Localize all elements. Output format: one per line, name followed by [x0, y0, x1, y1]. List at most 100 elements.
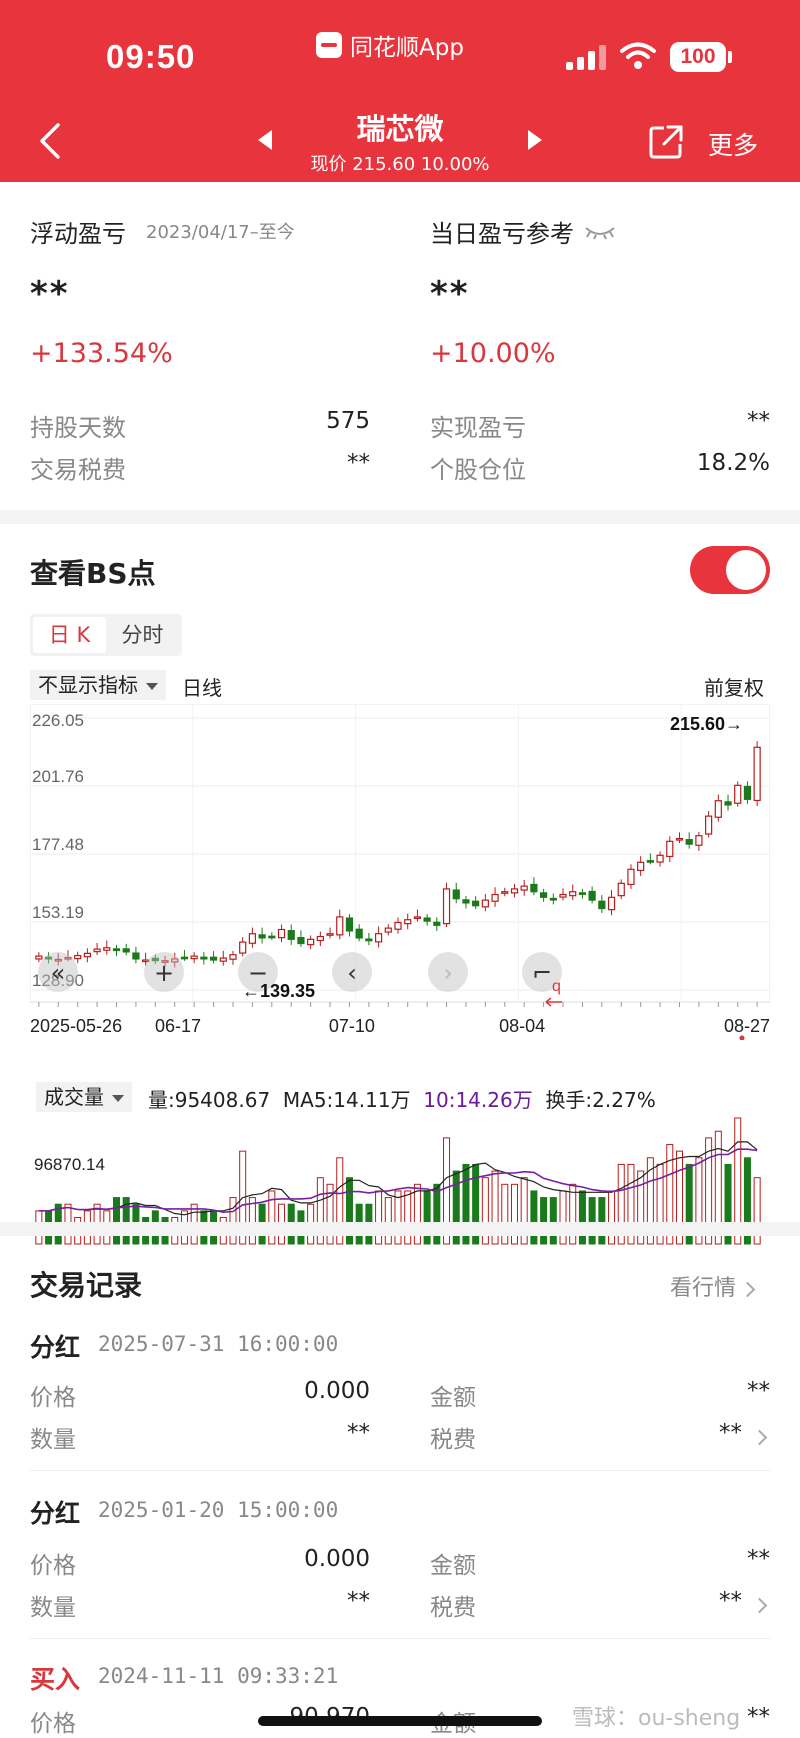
qty-label: 数量	[30, 1427, 76, 1453]
floating-pl-value: **	[30, 274, 70, 314]
status-time: 09:50	[106, 38, 196, 75]
volume-info: 量:95408.67 MA5:14.11万 10:14.26万 换手:2.27%	[148, 1084, 656, 1113]
stock-price-line: 现价 215.60 10.00%	[310, 154, 490, 175]
divider	[30, 1638, 770, 1639]
candle-body	[588, 890, 596, 901]
fee-label: 税费	[430, 1427, 476, 1453]
candle-body	[180, 956, 189, 960]
app-logo-icon	[316, 32, 342, 58]
candle-body	[569, 891, 577, 897]
record-type: 买入	[30, 1665, 81, 1694]
amount-label: 金额	[430, 1385, 476, 1411]
candle-body	[413, 916, 422, 920]
svg-text:«: «	[51, 959, 66, 987]
volume-header: 成交量 量:95408.67 MA5:14.11万 10:14.26万 换手:2…	[30, 1080, 770, 1114]
current-dot	[739, 1035, 745, 1040]
chevron-right-icon	[751, 1429, 768, 1446]
prev-stock-icon[interactable]	[258, 130, 272, 150]
hold-days-label: 持股天数	[30, 414, 126, 442]
min-price-label: ←139.35	[242, 981, 315, 1001]
tab-intraday[interactable]: 分时	[106, 617, 179, 653]
battery-icon: 100	[670, 42, 732, 72]
candle-body	[74, 954, 82, 960]
svg-text:‹: ‹	[347, 959, 357, 987]
candle-body	[258, 934, 266, 939]
price-label: 价格	[30, 1553, 76, 1579]
back-chevron-icon[interactable]	[38, 122, 62, 160]
candle-body	[520, 885, 528, 891]
scroll-start-icon[interactable]: «	[38, 952, 78, 992]
amount-value: **	[747, 1378, 770, 1404]
candle-body	[598, 900, 606, 910]
trade-records: 交易记录 看行情 分红 2025-07-31 16:00:00 价格 0.000…	[0, 1236, 800, 1738]
max-price-label: 215.60→	[670, 714, 743, 734]
price-value: 0.000	[304, 1546, 370, 1572]
chevron-right-icon[interactable]: ›	[428, 952, 468, 992]
candle-body	[549, 897, 557, 901]
candle-body	[442, 888, 451, 925]
candle-body	[35, 955, 43, 960]
y-tick-label: 201.76	[32, 767, 84, 786]
chevron-right-icon	[751, 1597, 768, 1614]
candle-body	[404, 919, 412, 925]
x-tick-label: 07-10	[329, 1016, 375, 1036]
candle-body	[539, 892, 548, 898]
daily-pl-pct: +10.00%	[430, 338, 556, 369]
qty-value: **	[347, 1420, 370, 1446]
fees-label: 交易税费	[30, 456, 126, 484]
candle-body	[714, 800, 722, 818]
price-label: 价格	[30, 1385, 76, 1411]
candle-body	[607, 896, 616, 911]
qty-label: 数量	[30, 1595, 76, 1621]
view-quote-link[interactable]: 看行情	[670, 1270, 756, 1302]
volume-select[interactable]: 成交量	[36, 1082, 132, 1112]
candle-body	[190, 955, 198, 960]
candle-body	[617, 882, 625, 897]
candle-body	[239, 941, 247, 954]
candle-body	[433, 921, 441, 926]
indicator-select[interactable]: 不显示指标	[30, 670, 166, 700]
candle-body	[112, 948, 121, 952]
candle-body	[307, 938, 315, 946]
daily-pl-label: 当日盈亏参考	[430, 220, 574, 248]
svg-text:⌐: ⌐	[532, 959, 552, 987]
candle-body	[559, 893, 567, 898]
amount-label: 金额	[430, 1553, 476, 1579]
volume-current: 量:95408.67	[148, 1088, 271, 1112]
floating-pl-period: 2023/04/17–至今	[146, 222, 295, 243]
tab-daily-k[interactable]: 日 K	[33, 617, 106, 653]
app-return-pill[interactable]: 同花顺App	[316, 28, 464, 62]
wifi-icon	[620, 42, 656, 69]
fees-value: **	[347, 450, 370, 476]
line-type-label: 日线	[182, 676, 222, 700]
next-stock-icon[interactable]	[528, 130, 542, 150]
more-button[interactable]: 更多	[708, 126, 758, 162]
y-tick-label: 153.19	[32, 903, 84, 922]
candle-body	[705, 815, 713, 835]
candle-body	[724, 801, 732, 806]
candle-body	[695, 835, 703, 846]
turnover-rate: 换手:2.27%	[545, 1088, 656, 1112]
top-header: 09:50 同花顺App 100 瑞芯微 现价 215.60 10.00% 更多	[0, 0, 800, 182]
candle-body	[365, 938, 373, 942]
adjust-label[interactable]: 前复权	[704, 672, 764, 701]
candle-body	[530, 883, 538, 893]
volume-ma5: MA5:14.11万	[282, 1088, 411, 1112]
position-value: 18.2%	[696, 450, 770, 476]
share-icon[interactable]	[648, 124, 684, 160]
hide-eye-icon[interactable]	[584, 224, 616, 240]
candle-body	[93, 948, 101, 953]
svg-text:›: ›	[443, 959, 453, 987]
candle-body	[103, 947, 111, 951]
section-gap	[0, 1222, 800, 1236]
price-value: 0.000	[304, 1378, 370, 1404]
svg-text:+: +	[154, 959, 174, 987]
chevron-left-icon[interactable]: ‹	[332, 952, 372, 992]
candlestick-chart[interactable]: 226.05201.76177.48153.19128.90 2025-05-2…	[30, 704, 770, 1040]
record-time: 2025-01-20 15:00:00	[98, 1498, 339, 1522]
floating-pl-pct: +133.54%	[30, 338, 173, 369]
zoom-in-icon[interactable]: +	[144, 952, 184, 992]
candle-body	[734, 784, 742, 804]
bs-toggle[interactable]	[690, 546, 770, 594]
candle-body	[374, 933, 383, 943]
